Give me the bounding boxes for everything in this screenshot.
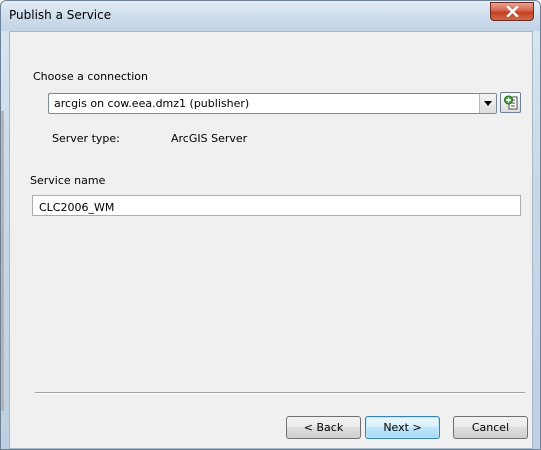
publish-service-dialog: Publish a Service Choose a connection ar… [0,0,541,450]
close-icon [506,6,519,17]
footer-separator [35,392,525,394]
connection-heading: Choose a connection [33,70,148,83]
add-connection-button[interactable] [500,92,521,113]
back-button-label: < Back [303,421,344,434]
back-button[interactable]: < Back [286,416,361,439]
connection-dropdown[interactable]: arcgis on cow.eea.dmz1 (publisher) [48,93,497,114]
close-button[interactable] [490,2,534,21]
cancel-button-label: Cancel [471,421,510,434]
next-button-label: Next > [383,421,422,434]
service-name-input[interactable] [32,195,521,216]
server-type-label: Server type: [52,132,120,145]
dialog-body: Choose a connection arcgis on cow.eea.dm… [9,31,533,449]
chevron-down-icon [484,101,492,106]
title-bar[interactable]: Publish a Service [1,1,540,31]
next-button[interactable]: Next > [365,416,440,439]
connection-dropdown-value: arcgis on cow.eea.dmz1 (publisher) [54,97,250,110]
server-type-value: ArcGIS Server [171,132,248,145]
add-server-connection-icon [504,95,518,110]
connection-dropdown-arrow[interactable] [479,94,496,113]
dialog-title: Publish a Service [9,8,112,22]
cancel-button[interactable]: Cancel [453,416,528,439]
service-name-heading: Service name [30,174,106,187]
window-edge-shadow [1,111,4,411]
